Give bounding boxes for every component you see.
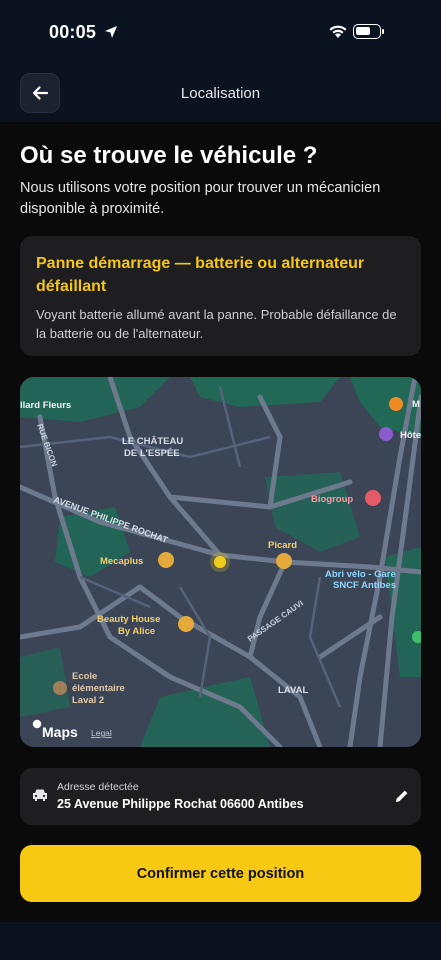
map-label-abri: Abri vélo - Gare bbox=[325, 569, 396, 580]
map-poi-biogroup[interactable] bbox=[365, 490, 381, 506]
maps-logo: Maps bbox=[42, 724, 78, 740]
map-view[interactable]: llard Fleurs LE CHÂTEAU DE L'ESPÉE RUE B… bbox=[20, 377, 421, 747]
map-label-beauty-2: By Alice bbox=[118, 626, 155, 637]
map-poi-picard[interactable] bbox=[276, 553, 292, 569]
issue-description: Voyant batterie allumé avant la panne. P… bbox=[36, 307, 397, 341]
location-pin bbox=[214, 556, 226, 568]
status-time: 00:05 bbox=[49, 22, 97, 42]
map-label-hotel: Hôte bbox=[400, 430, 421, 441]
legal-link[interactable]: Legal bbox=[91, 728, 112, 738]
map-label-partial-m: M bbox=[412, 399, 420, 410]
wifi-icon bbox=[329, 25, 347, 38]
map-label-chateau-2: DE L'ESPÉE bbox=[124, 448, 180, 459]
map-label-biogroup: Biogroup bbox=[311, 494, 353, 505]
location-arrow-icon bbox=[105, 26, 117, 38]
map-label-abri-2: SNCF Antibes bbox=[333, 580, 396, 591]
pencil-icon[interactable] bbox=[394, 788, 410, 804]
map-label-chateau: LE CHÂTEAU bbox=[122, 435, 183, 447]
map-label-picard: Picard bbox=[268, 540, 297, 551]
map-label-fleurs: llard Fleurs bbox=[20, 400, 71, 411]
address-value: 25 Avenue Philippe Rochat 06600 Antibes bbox=[57, 797, 304, 811]
map-label-ecole-2: élémentaire bbox=[72, 683, 125, 694]
map-label-ecole-3: Laval 2 bbox=[72, 695, 104, 706]
address-label: Adresse détectée bbox=[57, 781, 139, 793]
battery-nub bbox=[382, 29, 384, 34]
car-icon bbox=[33, 789, 47, 801]
nav-bar: Localisation bbox=[0, 64, 441, 122]
map-label-mecaplus: Mecaplus bbox=[100, 556, 143, 567]
confirm-position-button[interactable]: Confirmer cette position bbox=[20, 845, 421, 902]
bottom-bar bbox=[0, 922, 441, 960]
map-label-laval: LAVAL bbox=[278, 685, 308, 696]
page-title: Où se trouve le véhicule ? bbox=[20, 142, 318, 169]
map-poi-ecole[interactable] bbox=[53, 681, 67, 695]
battery-icon bbox=[353, 24, 381, 39]
status-bar: 00:05 bbox=[0, 0, 441, 64]
map-label-ecole: Ecole bbox=[72, 671, 97, 682]
main-content: Où se trouve le véhicule ? Nous utilison… bbox=[0, 122, 441, 960]
map-canvas[interactable]: llard Fleurs LE CHÂTEAU DE L'ESPÉE RUE B… bbox=[20, 377, 421, 747]
map-poi-orange[interactable] bbox=[389, 397, 403, 411]
page-subtitle: Nous utilisons votre position pour trouv… bbox=[20, 180, 381, 217]
map-label-beauty: Beauty House bbox=[97, 614, 160, 625]
issue-card: Panne démarrage — batterie ou alternateu… bbox=[20, 236, 421, 356]
map-poi-mecaplus[interactable] bbox=[158, 552, 174, 568]
map-poi-hotel[interactable] bbox=[379, 427, 393, 441]
map-poi-beauty[interactable] bbox=[178, 616, 194, 632]
apple-logo-icon bbox=[32, 719, 42, 729]
nav-title: Localisation bbox=[180, 85, 261, 102]
issue-title: Panne démarrage — batterie ou alternateu… bbox=[36, 255, 365, 295]
address-card: Adresse détectée 25 Avenue Philippe Roch… bbox=[20, 768, 421, 825]
